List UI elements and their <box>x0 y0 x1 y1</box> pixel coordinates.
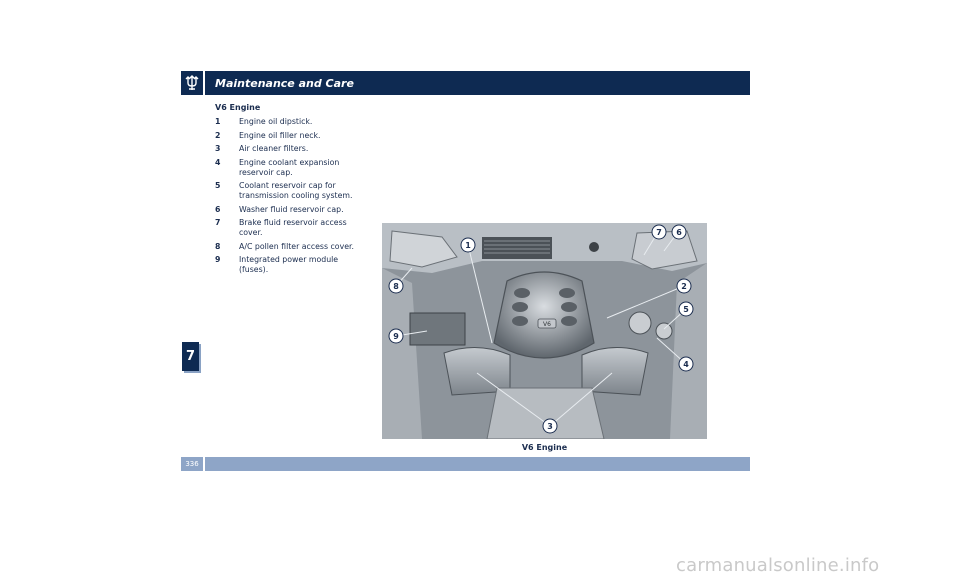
svg-text:9: 9 <box>393 332 399 341</box>
legend-number: 9 <box>215 255 221 264</box>
legend-text: Air cleaner filters. <box>239 144 309 153</box>
legend-item: 9 Integrated power module (fuses). <box>215 255 360 275</box>
legend-text: Washer fluid reservoir cap. <box>239 204 344 214</box>
svg-text:2: 2 <box>681 282 687 291</box>
legend-item: 4 Engine coolant expansion reservoir cap… <box>215 158 360 178</box>
legend-item: 3 Air cleaner filters. <box>215 144 360 154</box>
legend-list: 1 Engine oil dipstick. 2 Engine oil fill… <box>215 117 360 279</box>
legend-text: Coolant reservoir cap for transmission c… <box>239 181 353 200</box>
legend-text: Engine coolant expansion reservoir cap. <box>239 157 340 177</box>
legend-number: 6 <box>215 204 221 214</box>
legend-text: Engine oil filler neck. <box>239 130 321 140</box>
legend-item: 6 Washer fluid reservoir cap. <box>215 205 360 215</box>
legend-number: 7 <box>215 218 221 227</box>
callout-5: 5 <box>678 301 694 317</box>
legend-number: 8 <box>215 241 221 251</box>
legend-text: A/C pollen filter access cover. <box>239 241 354 251</box>
legend-item: 7 Brake fluid reservoir access cover. <box>215 218 360 238</box>
trident-icon <box>181 71 205 95</box>
legend-number: 4 <box>215 157 221 167</box>
callout-4: 4 <box>678 356 694 372</box>
page-number: 336 <box>181 457 205 471</box>
svg-text:1: 1 <box>465 241 471 250</box>
engine-badge: V6 <box>543 321 551 328</box>
svg-text:7: 7 <box>656 228 662 237</box>
header-title: Maintenance and Care <box>215 76 354 90</box>
section-title: V6 Engine <box>215 103 261 112</box>
page-footer: 336 <box>181 457 750 471</box>
legend-text: Brake fluid reservoir access cover. <box>239 218 347 237</box>
legend-text: Engine oil dipstick. <box>239 117 313 126</box>
chapter-tab: 7 <box>182 342 199 371</box>
legend-number: 1 <box>215 117 221 126</box>
callout-8: 8 <box>388 278 404 294</box>
svg-text:8: 8 <box>393 282 399 291</box>
legend-item: 1 Engine oil dipstick. <box>215 117 360 127</box>
svg-text:5: 5 <box>683 305 689 314</box>
callout-9: 9 <box>388 328 404 344</box>
svg-text:6: 6 <box>676 228 682 237</box>
callout-2: 2 <box>676 278 692 294</box>
legend-item: 5 Coolant reservoir cap for transmission… <box>215 181 360 201</box>
figure-caption: V6 Engine <box>521 443 568 452</box>
callout-1: 1 <box>460 237 476 253</box>
callout-6: 6 <box>671 224 687 240</box>
svg-text:3: 3 <box>547 422 553 431</box>
svg-text:4: 4 <box>683 360 689 369</box>
legend-number: 3 <box>215 144 221 153</box>
legend-text: Integrated power module (fuses). <box>239 255 339 274</box>
legend-item: 8 A/C pollen filter access cover. <box>215 242 360 252</box>
callout-3: 3 <box>542 418 558 434</box>
legend-number: 2 <box>215 130 221 140</box>
watermark: carmanualsonline.info <box>676 555 880 576</box>
legend-item: 2 Engine oil filler neck. <box>215 131 360 141</box>
callout-7: 7 <box>651 224 667 240</box>
engine-bay-illustration: V6 1 2 3 4 5 6 7 8 9 <box>382 223 707 439</box>
legend-number: 5 <box>215 181 221 190</box>
page-header: Maintenance and Care <box>181 71 750 95</box>
